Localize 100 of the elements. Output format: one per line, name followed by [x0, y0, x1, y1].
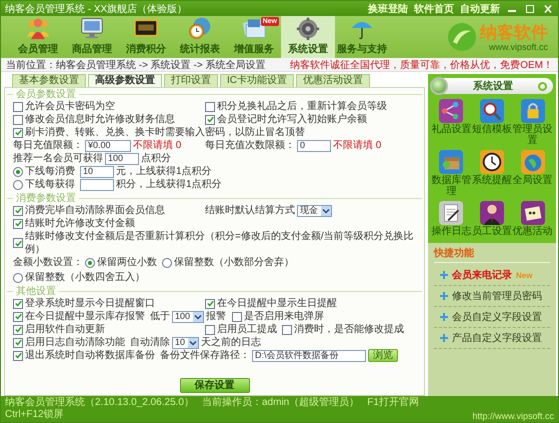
checkbox[interactable] — [205, 102, 215, 112]
field-label: 自动清除 — [130, 336, 170, 349]
dropdown[interactable]: 现金 — [297, 204, 332, 216]
settings-shortcut[interactable]: 优惠活动 — [512, 226, 553, 237]
settings-tab[interactable]: 打印设置 — [164, 74, 218, 87]
settings-shortcut[interactable]: 短信模板 — [472, 124, 512, 135]
settings-shortcut[interactable]: 操作日志 — [431, 226, 472, 237]
browse-button[interactable]: 浏览 — [368, 349, 398, 362]
radio-button[interactable] — [162, 258, 172, 268]
settings-tab[interactable]: IC卡功能设置 — [220, 74, 294, 87]
section-header: 系统设置 — [431, 78, 553, 94]
checkbox[interactable] — [13, 324, 23, 334]
checkbox[interactable] — [232, 312, 242, 322]
lock-icon[interactable] — [520, 99, 545, 123]
plus-icon — [440, 313, 448, 321]
nav-tab[interactable]: 会员管理 — [11, 16, 65, 58]
nav-tab[interactable]: 服务与支持 — [335, 16, 389, 58]
input-field[interactable] — [80, 178, 114, 190]
checkbox-label: 会员登记时允许写入初始账户余额 — [217, 113, 367, 126]
header-link[interactable]: 软件首页 — [414, 2, 454, 16]
dropdown[interactable]: 10 — [172, 336, 200, 348]
checkbox[interactable] — [205, 324, 215, 334]
checkbox[interactable] — [13, 218, 23, 228]
checkbox-label: 刷卡消费、转账、兑换、换卡时需要输入密码，以防止冒名顶替 — [25, 126, 305, 139]
quick-link[interactable]: 产品自定义字段设置 — [452, 331, 542, 345]
radio-button[interactable] — [85, 258, 95, 268]
checkbox[interactable] — [13, 238, 23, 248]
clock-icon[interactable] — [480, 150, 504, 174]
close-icon[interactable] — [542, 4, 554, 14]
checkbox[interactable] — [13, 102, 23, 112]
settings-shortcut[interactable]: 全局设置 — [512, 175, 553, 186]
nav-tab[interactable]: 系统设置 — [281, 16, 335, 58]
status-text: F1打开官网 — [367, 397, 419, 409]
magnifier-icon[interactable] — [480, 99, 504, 123]
checkbox[interactable] — [205, 114, 215, 124]
dropdown-arrow-icon[interactable] — [193, 312, 204, 322]
radio-button[interactable] — [13, 166, 23, 176]
checkbox-label: 允许会员卡密码为空 — [25, 100, 115, 113]
window-title: 纳客会员管理系统 - XX旗舰店（体验版） — [5, 2, 188, 16]
settings-shortcut[interactable]: 员工设置 — [472, 226, 512, 237]
radio-label: 下线每消费 — [25, 165, 75, 178]
quick-link[interactable]: 会员来电记录 — [452, 268, 512, 282]
status-text: 当前操作员：admin（超级管理员） — [202, 397, 360, 409]
quick-link[interactable]: 会员自定义字段设置 — [452, 310, 542, 324]
checkbox[interactable] — [13, 128, 23, 138]
checkbox[interactable] — [13, 206, 23, 216]
status-url: http://www.vipsoft.cc — [472, 411, 554, 421]
plus-icon — [440, 271, 448, 279]
field-label: 每日充值限额： — [13, 139, 83, 152]
quick-functions-heading: 快捷功能 — [434, 246, 550, 263]
header-link[interactable]: 换班登陆 — [368, 2, 408, 16]
maximize-icon[interactable] — [524, 4, 536, 14]
person-icon[interactable] — [480, 201, 504, 225]
field-label: 推荐一名会员可获得 — [13, 152, 103, 165]
checkbox[interactable] — [205, 298, 215, 308]
nav-tab[interactable]: 商品管理 — [65, 16, 119, 58]
input-field[interactable]: ¥0.00 — [85, 140, 131, 152]
input-field[interactable]: D:\会员软件数据备份 — [252, 350, 366, 362]
checkbox[interactable] — [13, 114, 23, 124]
dropdown-arrow-icon[interactable] — [321, 206, 331, 216]
settings-shortcut[interactable]: 系统提醒 — [472, 175, 512, 186]
input-field[interactable]: 0 — [297, 140, 331, 152]
checkbox-label: 消费时，是否能修改提成 — [294, 323, 404, 336]
radio-button[interactable] — [13, 272, 23, 282]
nav-tab[interactable]: 消费积分 — [119, 16, 173, 58]
checkbox[interactable] — [13, 338, 23, 348]
input-field[interactable]: 10 — [80, 166, 114, 178]
checkbox-label: 启用软件自动更新 — [25, 323, 105, 336]
nav-tab[interactable]: 统计报表 — [173, 16, 227, 58]
checkbox[interactable] — [282, 324, 292, 334]
checkbox[interactable] — [13, 298, 23, 308]
checkbox-label: 登录系统时显示今日提醒窗口 — [25, 297, 155, 310]
note-icon[interactable] — [520, 201, 545, 225]
quick-link[interactable]: 修改当前管理员密码 — [452, 289, 542, 303]
settings-tab[interactable]: 优惠活动设置 — [296, 74, 370, 87]
radio-label: 下线每获得 — [25, 178, 75, 191]
field-label: 备份文件保存路径： — [160, 349, 250, 362]
hint-text: 不限请填 0 — [333, 139, 382, 152]
settings-shortcut[interactable]: 管理员设置 — [512, 124, 553, 146]
checkbox[interactable] — [13, 312, 23, 322]
status-text: Ctrl+F12锁屏 — [5, 409, 64, 421]
input-field[interactable]: 100 — [105, 152, 139, 164]
nodes-icon[interactable] — [439, 99, 464, 123]
dropdown[interactable]: 100 — [172, 310, 204, 322]
settings-shortcut[interactable]: 礼品设置 — [431, 124, 472, 135]
status-text: 纳客会员管理系统（2.10.13.0_2.06.25.0） — [5, 397, 194, 409]
notice-text: 纳客软件诚征全国代理，质量可靠，价格从优，免费OEM！ — [290, 58, 553, 72]
field-label: 元，上线获得1点积分 — [116, 165, 212, 178]
checkbox[interactable] — [13, 350, 23, 360]
plus-icon — [440, 292, 448, 300]
notepad-icon[interactable] — [439, 201, 464, 225]
settings-tab[interactable]: 基本参数设置 — [12, 74, 86, 87]
dropdown-arrow-icon[interactable] — [188, 338, 198, 348]
header-link[interactable]: 自动更新 — [460, 2, 500, 16]
settings-tab[interactable]: 高级参数设置 — [88, 74, 162, 87]
group-legend: 会员参数设置 — [13, 89, 79, 100]
radio-button[interactable] — [13, 180, 23, 190]
plus-icon — [440, 334, 448, 342]
save-button[interactable]: 保存设置 — [180, 378, 250, 393]
settings-shortcut[interactable]: 数据库管理 — [431, 175, 472, 197]
